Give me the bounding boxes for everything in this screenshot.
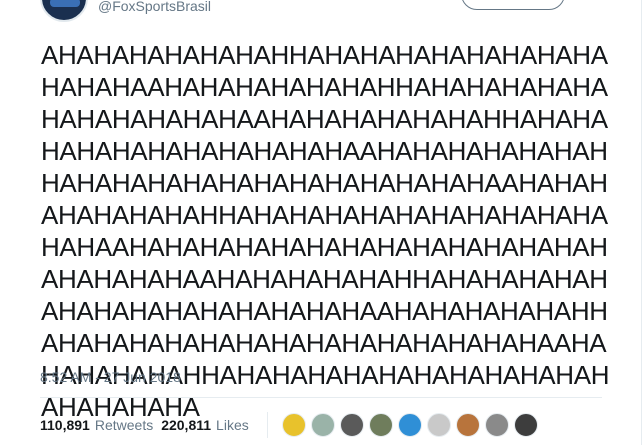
liker-avatar-2[interactable]	[310, 413, 335, 437]
likes-stat[interactable]: 220,811 Likes	[161, 416, 249, 434]
retweets-stat[interactable]: 110,891 Retweets	[40, 416, 153, 434]
stats-divider	[40, 397, 602, 398]
liker-avatar-6[interactable]	[426, 413, 451, 437]
tweet-card: @FoxSportsBrasil Follow AHAHAHAHAHAHAHHA…	[0, 0, 642, 445]
liker-avatar-4[interactable]	[368, 413, 393, 437]
liker-avatar-5[interactable]	[397, 413, 422, 437]
tweet-timestamp[interactable]: 8:52 AM - 27 Jun 2018	[40, 368, 181, 386]
stats-separator	[266, 412, 268, 438]
tweet-stats: 110,891 Retweets 220,811 Likes	[40, 412, 543, 438]
fox-sports-logo-icon	[50, 0, 80, 7]
liked-by-avatars	[281, 413, 543, 437]
retweets-label: Retweets	[94, 417, 154, 433]
retweets-count: 110,891	[40, 417, 90, 433]
liker-avatar-9[interactable]	[513, 413, 538, 437]
liker-avatar-1[interactable]	[281, 413, 306, 437]
account-avatar[interactable]	[40, 0, 88, 22]
likes-label: Likes	[216, 417, 249, 433]
liker-avatar-7[interactable]	[455, 413, 480, 437]
liker-avatar-3[interactable]	[339, 413, 364, 437]
account-handle[interactable]: @FoxSportsBrasil	[98, 0, 211, 15]
follow-button[interactable]: Follow	[461, 0, 565, 10]
tweet-text: AHAHAHAHAHAHAHHAHAHAHAHAHAHAHAHAHAHAHAAH…	[41, 40, 610, 422]
likes-count: 220,811	[161, 417, 212, 433]
liker-avatar-8[interactable]	[484, 413, 509, 437]
